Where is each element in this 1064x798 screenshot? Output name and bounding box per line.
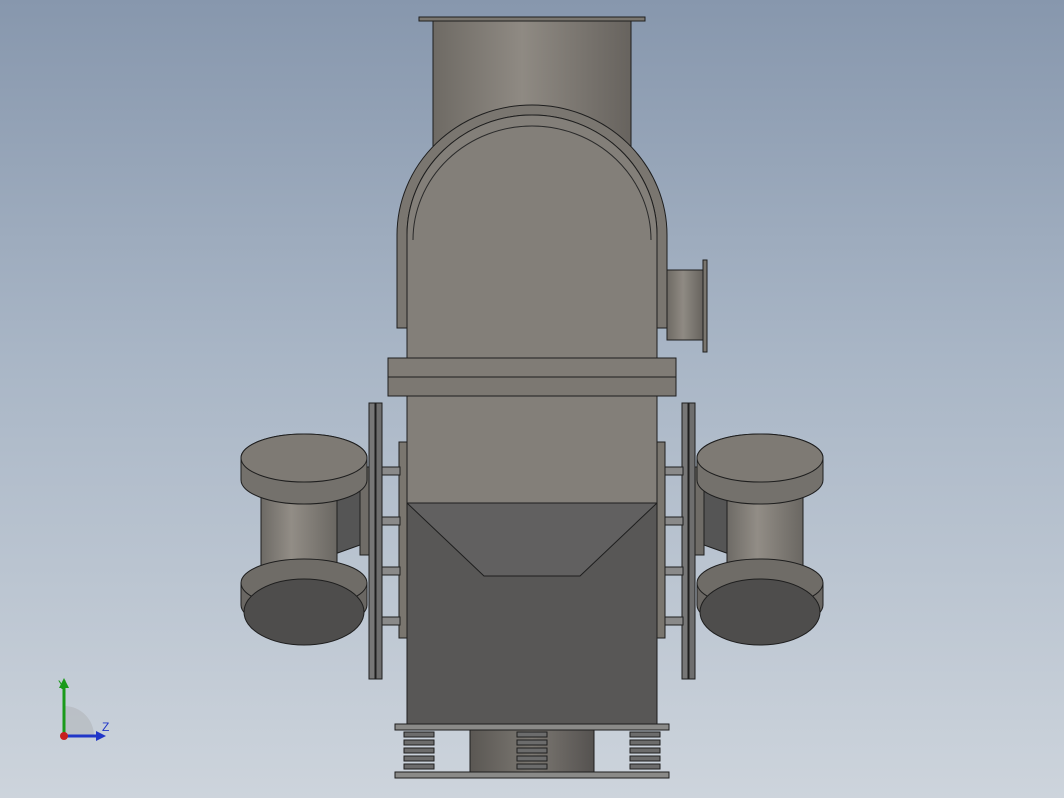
coordinate-triad: Y Z (40, 670, 130, 750)
left-vibration-motor[interactable] (240, 433, 370, 646)
arched-hood[interactable] (396, 104, 668, 361)
left-spring[interactable] (403, 731, 435, 770)
right-vibration-motor[interactable] (694, 433, 824, 646)
y-axis-label: Y (58, 678, 67, 692)
side-outlet[interactable] (666, 259, 708, 353)
triad-icon (59, 678, 106, 741)
right-mount-plate[interactable] (656, 402, 696, 680)
trough-upper[interactable] (406, 395, 658, 505)
z-axis-label: Z (102, 720, 110, 734)
left-mount-plate[interactable] (368, 402, 408, 680)
cad-viewport[interactable] (0, 0, 1064, 798)
trough-lower[interactable] (405, 502, 659, 726)
feeder-model[interactable] (240, 16, 824, 779)
right-spring[interactable] (629, 731, 661, 770)
mid-flange[interactable] (387, 357, 677, 397)
